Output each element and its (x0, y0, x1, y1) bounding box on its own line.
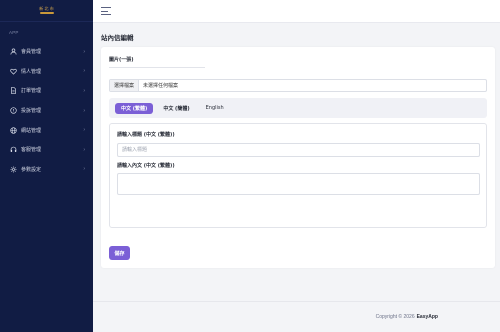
chevron-right-icon: › (83, 146, 85, 153)
image-field-label: 圖片(一張) (109, 57, 134, 63)
menu-toggle-icon[interactable] (101, 7, 111, 15)
warning-circle-icon (9, 107, 17, 115)
chevron-right-icon: › (83, 87, 85, 94)
sidebar-item-label: 訂單管理 (21, 88, 42, 95)
chevron-right-icon: › (83, 68, 85, 75)
content-field-label: 請輸入內文 (中文 (繁體)) (117, 163, 175, 169)
sidebar: 新 北 市 APP 會員管理 › 情人管理 › 訂單管理 › 投訴管理 › 網站… (0, 0, 93, 332)
sidebar-item-orders[interactable]: 訂單管理 › (0, 81, 93, 101)
sidebar-item-label: 會員管理 (21, 49, 42, 56)
tab-zh-simplified[interactable]: 中文 (簡體) (157, 103, 195, 114)
chevron-right-icon: › (83, 166, 85, 173)
file-name-text: 未選擇任何檔案 (143, 83, 179, 89)
sidebar-item-label: 客服管理 (21, 147, 42, 154)
main-content: 站內信編輯 圖片(一張) 選擇檔案 未選擇任何檔案 中文 (繁體) 中文 (簡體… (93, 23, 500, 332)
sidebar-item-support[interactable]: 客服管理 › (0, 140, 93, 160)
logo-text: 新 北 市 (39, 6, 54, 11)
user-icon (9, 48, 17, 56)
sidebar-item-members[interactable]: 會員管理 › (0, 42, 93, 62)
page-title: 站內信編輯 (101, 34, 134, 42)
language-tabs: 中文 (繁體) 中文 (簡體) English (109, 98, 487, 118)
tab-zh-traditional[interactable]: 中文 (繁體) (115, 102, 154, 114)
file-input[interactable]: 選擇檔案 未選擇任何檔案 (109, 79, 487, 92)
sidebar-item-label: 網站管理 (21, 127, 42, 134)
sidebar-item-label: 參數設定 (21, 166, 42, 173)
sidebar-item-lovers[interactable]: 情人管理 › (0, 62, 93, 82)
chevron-right-icon: › (83, 107, 85, 114)
logo-bar (39, 12, 54, 14)
language-panel: 請輸入標題 (中文 (繁體)) 請輸入內文 (中文 (繁體)) (109, 123, 487, 228)
save-button[interactable]: 儲存 (109, 246, 130, 260)
title-field-label: 請輸入標題 (中文 (繁體)) (117, 132, 175, 138)
gear-icon (9, 165, 17, 173)
page-footer: Copyright © 2026 EasyApp (93, 301, 500, 332)
divider (109, 67, 205, 68)
footer-brand[interactable]: EasyApp (417, 314, 438, 320)
editor-card: 圖片(一張) 選擇檔案 未選擇任何檔案 中文 (繁體) 中文 (簡體) Engl… (101, 47, 495, 268)
content-textarea[interactable] (117, 173, 480, 195)
choose-file-button[interactable]: 選擇檔案 (110, 80, 140, 91)
chevron-right-icon: › (83, 48, 85, 55)
sidebar-item-complaints[interactable]: 投訴管理 › (0, 101, 93, 121)
headset-icon (9, 146, 17, 154)
top-bar (93, 0, 500, 23)
tab-english[interactable]: English (200, 103, 230, 114)
title-input[interactable] (117, 143, 480, 157)
brand-bar: 新 北 市 (0, 0, 93, 22)
sidebar-item-website[interactable]: 網站管理 › (0, 120, 93, 140)
sidebar-item-settings[interactable]: 參數設定 › (0, 160, 93, 180)
chevron-right-icon: › (83, 127, 85, 134)
sidebar-item-label: 投訴管理 (21, 108, 42, 115)
heart-icon (9, 67, 17, 75)
app-logo[interactable]: 新 北 市 (33, 5, 61, 17)
sidebar-item-label: 情人管理 (21, 68, 42, 75)
copyright-text: Copyright © 2026 (375, 314, 415, 320)
globe-icon (9, 126, 17, 134)
document-icon (9, 87, 17, 95)
sidebar-section-label: APP (9, 30, 19, 35)
